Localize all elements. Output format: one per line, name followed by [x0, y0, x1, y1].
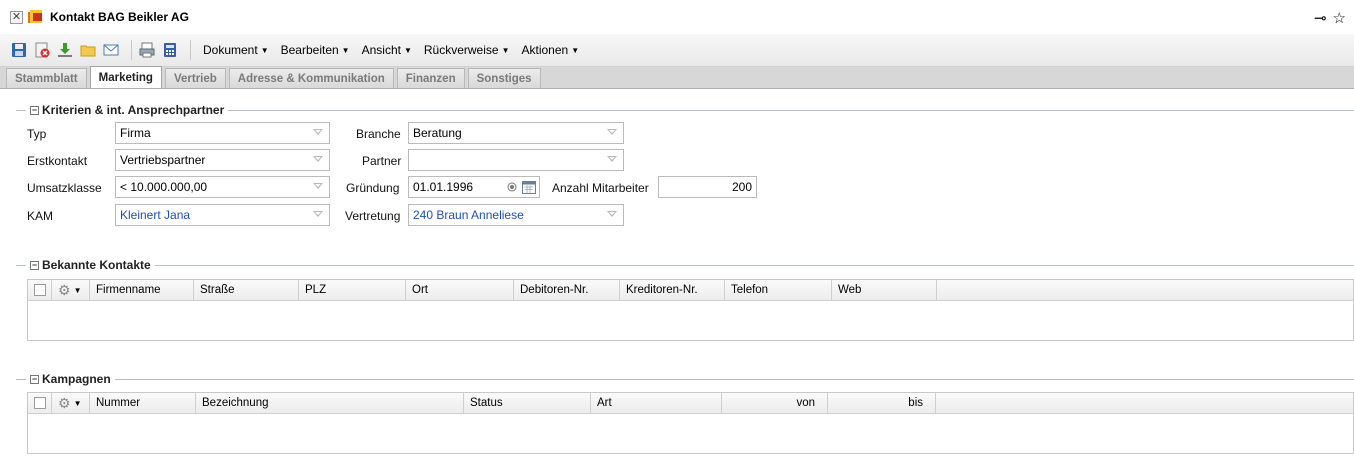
vertretung-select[interactable]: 240 Braun Anneliese — [408, 204, 624, 226]
erstkontakt-label: Erstkontakt — [27, 154, 88, 168]
gear-icon[interactable]: ⚙ — [58, 282, 71, 299]
chevron-down-icon: ▼ — [403, 45, 412, 55]
menu-rueckverweise[interactable]: Rückverweise ▼ — [418, 43, 516, 57]
kam-select[interactable]: Kleinert Jana — [115, 204, 330, 226]
anzahl-mitarbeiter-input[interactable]: 200 — [658, 176, 757, 198]
select-all-checkbox[interactable] — [33, 284, 46, 296]
menu-dokument[interactable]: Dokument ▼ — [197, 43, 275, 57]
contact-app-icon — [28, 10, 42, 23]
kontakte-legend: − Bekannte Kontakte — [26, 258, 155, 272]
gruendung-label: Gründung — [346, 181, 400, 195]
toolbar-separator — [190, 40, 191, 60]
chevron-down-icon: ▼ — [341, 45, 350, 55]
kriterien-legend: − Kriterien & int. Ansprechpartner — [26, 103, 229, 117]
column-header[interactable]: bis — [828, 393, 936, 413]
kampagnen-grid: ⚙ ▼ Nummer Bezeichnung Status Art von bis — [27, 392, 1354, 454]
calculator-icon[interactable] — [161, 41, 179, 59]
kampagnen-legend: − Kampagnen — [26, 372, 115, 386]
kontakte-grid: ⚙ ▼ Firmenname Straße PLZ Ort Debitoren-N… — [27, 279, 1354, 341]
branche-label: Branche — [356, 127, 401, 141]
tab-bar: Stammblatt Marketing Vertrieb Adresse & … — [0, 66, 1354, 89]
print-mail-icon[interactable] — [138, 41, 156, 59]
column-header[interactable]: Status — [464, 393, 591, 413]
chevron-down-icon: ▼ — [73, 285, 82, 295]
menu-ansicht[interactable]: Ansicht ▼ — [356, 43, 418, 57]
gruendung-date-input[interactable]: 01.01.1996 — [408, 176, 540, 198]
menu-aktionen[interactable]: Aktionen ▼ — [516, 43, 586, 57]
dropdown-arrow-icon — [607, 156, 617, 162]
chevron-down-icon: ▼ — [260, 45, 269, 55]
select-all-checkbox[interactable] — [33, 397, 46, 409]
column-header[interactable]: von — [722, 393, 828, 413]
column-header[interactable]: Firmenname — [90, 280, 194, 300]
partner-label: Partner — [362, 154, 402, 168]
tab-sonstiges[interactable]: Sonstiges — [467, 68, 541, 88]
dropdown-arrow-icon — [313, 211, 323, 217]
vertretung-label: Vertretung — [345, 209, 401, 223]
tab-adresse-kommunikation[interactable]: Adresse & Kommunikation — [228, 68, 394, 88]
kampagnen-grid-header: ⚙ ▼ Nummer Bezeichnung Status Art von bis — [28, 393, 1353, 414]
column-header[interactable]: Art — [591, 393, 722, 413]
select-all-column — [28, 393, 52, 413]
folder-icon[interactable] — [79, 41, 97, 59]
download-icon[interactable] — [56, 41, 74, 59]
dropdown-arrow-icon — [313, 129, 323, 135]
column-header[interactable]: Straße — [194, 280, 299, 300]
kam-label: KAM — [27, 209, 54, 223]
date-clear-icon[interactable] — [505, 180, 519, 194]
save-icon[interactable] — [10, 41, 28, 59]
toolbar-separator — [131, 40, 132, 60]
branche-select[interactable]: Beratung — [408, 122, 624, 144]
umsatzklasse-select[interactable]: < 10.000.000,00 — [115, 176, 330, 198]
chevron-down-icon: ▼ — [571, 45, 580, 55]
column-header[interactable]: Web — [832, 280, 937, 300]
menu-bearbeiten[interactable]: Bearbeiten ▼ — [275, 43, 356, 57]
column-header[interactable]: Telefon — [725, 280, 832, 300]
collapse-icon[interactable]: − — [30, 260, 39, 270]
column-header[interactable]: Bezeichnung — [196, 393, 464, 413]
typ-label: Typ — [27, 127, 47, 141]
dropdown-arrow-icon — [607, 129, 617, 135]
dropdown-arrow-icon — [607, 211, 617, 217]
column-header[interactable]: Ort — [406, 280, 514, 300]
column-header[interactable]: Nummer — [90, 393, 196, 413]
kontakte-grid-header: ⚙ ▼ Firmenname Straße PLZ Ort Debitoren-N… — [28, 280, 1353, 301]
erstkontakt-select[interactable]: Vertriebspartner — [115, 149, 330, 171]
window-title: Kontakt BAG Beikler AG — [50, 10, 189, 24]
grid-settings-column[interactable]: ⚙ ▼ — [52, 393, 90, 413]
calendar-icon[interactable] — [522, 180, 536, 194]
column-header[interactable]: Kreditoren-Nr. — [620, 280, 725, 300]
column-header[interactable]: PLZ — [299, 280, 406, 300]
tab-marketing[interactable]: Marketing — [89, 66, 162, 88]
chevron-down-icon: ▼ — [501, 45, 510, 55]
tab-stammblatt[interactable]: Stammblatt — [6, 68, 87, 88]
gear-icon[interactable]: ⚙ — [58, 395, 71, 412]
delete-document-icon[interactable] — [33, 41, 51, 59]
window-titlebar: ✕ Kontakt BAG Beikler AG ⊸ ☆ — [0, 0, 1354, 34]
dropdown-arrow-icon — [313, 156, 323, 162]
tab-vertrieb[interactable]: Vertrieb — [164, 68, 226, 88]
pin-icon[interactable]: ⊸ — [1314, 9, 1327, 27]
toolbar: Dokument ▼ Bearbeiten ▼ Ansicht ▼ Rückverwe… — [0, 34, 1354, 67]
anzahl-mitarbeiter-label: Anzahl Mitarbeiter — [552, 181, 649, 195]
grid-settings-column[interactable]: ⚙ ▼ — [52, 280, 90, 300]
dropdown-arrow-icon — [313, 183, 323, 189]
partner-select[interactable] — [408, 149, 624, 171]
typ-select[interactable]: Firma — [115, 122, 330, 144]
mail-icon[interactable] — [102, 41, 120, 59]
column-header[interactable]: Debitoren-Nr. — [514, 280, 620, 300]
tab-finanzen[interactable]: Finanzen — [396, 68, 465, 88]
chevron-down-icon: ▼ — [73, 398, 82, 408]
favorite-star-icon[interactable]: ☆ — [1333, 9, 1346, 27]
umsatzklasse-label: Umsatzklasse — [27, 181, 102, 195]
close-icon[interactable]: ✕ — [10, 10, 23, 24]
select-all-column — [28, 280, 52, 300]
collapse-icon[interactable]: − — [30, 105, 39, 115]
collapse-icon[interactable]: − — [30, 374, 39, 384]
